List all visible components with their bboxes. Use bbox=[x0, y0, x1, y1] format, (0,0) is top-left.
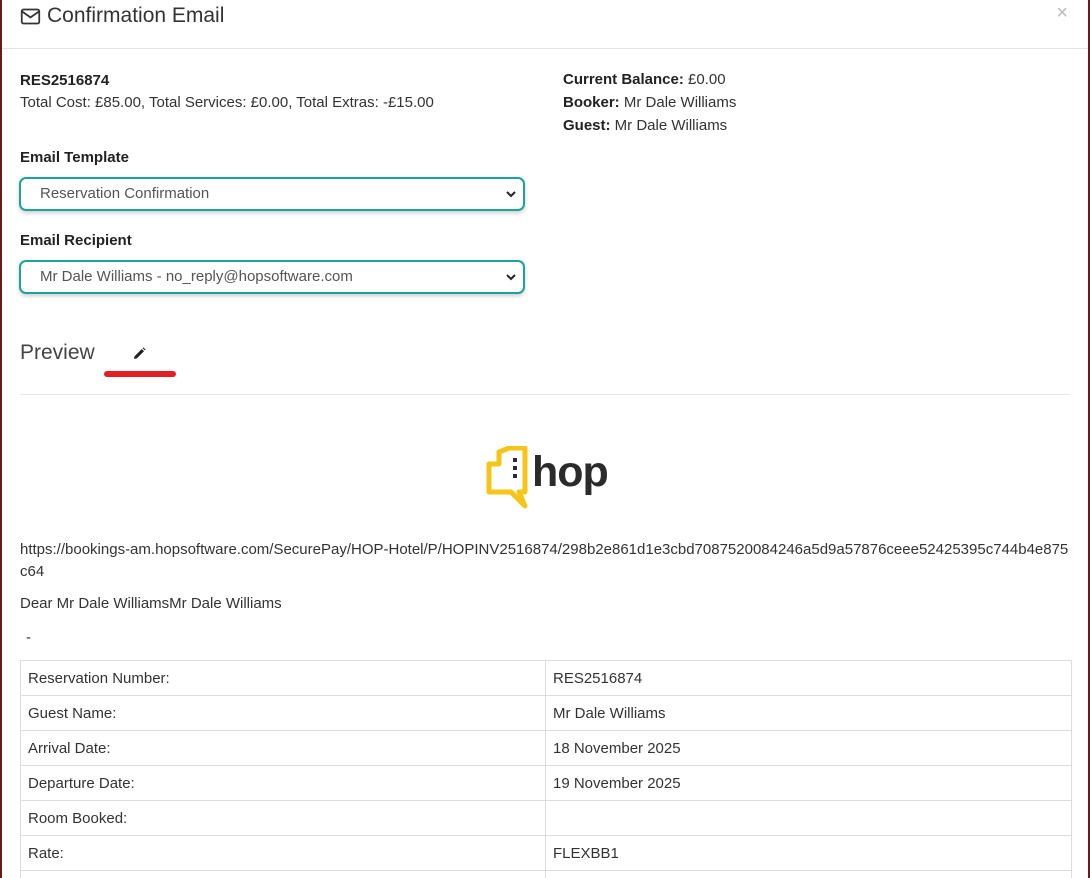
modal-title: Confirmation Email bbox=[20, 4, 224, 28]
guest-value: Mr Dale Williams bbox=[610, 117, 728, 134]
greeting-text: Dear Mr Dale WilliamsMr Dale Williams bbox=[20, 595, 282, 612]
table-row: Rate: FLEXBB1 bbox=[20, 835, 1072, 871]
highlight-underline bbox=[104, 371, 176, 377]
reservation-details-table: Reservation Number: RES2516874 Guest Name… bbox=[20, 660, 1072, 878]
envelope-icon bbox=[20, 8, 41, 24]
reservation-summary: RES2516874 Total Cost: £85.00, Total Ser… bbox=[20, 70, 434, 114]
row-value: Mr Dale Williams bbox=[545, 695, 1072, 731]
row-key: Departure Date: bbox=[20, 765, 546, 801]
booker: Booker: Mr Dale Williams bbox=[563, 91, 736, 114]
row-value: 18 November 2025 bbox=[545, 730, 1072, 766]
row-value: RES2516874 bbox=[545, 660, 1072, 696]
current-balance-value: £0.00 bbox=[683, 71, 726, 88]
email-recipient-label: Email Recipient bbox=[20, 232, 132, 249]
preview-title: Preview bbox=[20, 341, 95, 364]
row-key: Rate: bbox=[20, 835, 546, 871]
table-row: Room Booked: bbox=[20, 800, 1072, 836]
booker-value: Mr Dale Williams bbox=[619, 94, 737, 111]
reservation-id: RES2516874 bbox=[20, 72, 110, 89]
row-value: FLEXBB1 bbox=[545, 835, 1072, 871]
table-row bbox=[20, 870, 1072, 878]
booker-label: Booker: bbox=[563, 94, 620, 111]
row-value bbox=[545, 800, 1072, 836]
reservation-parties: Current Balance: £0.00 Booker: Mr Dale W… bbox=[563, 68, 736, 137]
email-template-select[interactable]: Reservation Confirmation bbox=[19, 177, 525, 211]
preview-divider bbox=[20, 394, 1070, 395]
pencil-icon[interactable] bbox=[132, 347, 146, 361]
hop-logo-text: hop bbox=[532, 448, 609, 496]
email-recipient-value: Mr Dale Williams - no_reply@hopsoftware.… bbox=[40, 268, 353, 285]
row-key bbox=[20, 870, 546, 878]
row-key: Guest Name: bbox=[20, 695, 546, 731]
row-value bbox=[545, 870, 1072, 878]
chevron-down-icon bbox=[506, 274, 516, 281]
table-row: Guest Name: Mr Dale Williams bbox=[20, 695, 1072, 731]
row-key: Reservation Number: bbox=[20, 660, 546, 696]
current-balance: Current Balance: £0.00 bbox=[563, 68, 736, 91]
modal-title-text: Confirmation Email bbox=[47, 4, 225, 27]
secure-pay-link[interactable]: https://bookings-am.hopsoftware.com/Secu… bbox=[20, 539, 1070, 583]
table-row: Arrival Date: 18 November 2025 bbox=[20, 730, 1072, 766]
close-button[interactable]: × bbox=[1056, 2, 1068, 25]
reservation-totals: Total Cost: £85.00, Total Services: £0.0… bbox=[20, 94, 434, 111]
email-template-label: Email Template bbox=[20, 149, 129, 166]
row-key: Arrival Date: bbox=[20, 730, 546, 766]
table-row: Reservation Number: RES2516874 bbox=[20, 660, 1072, 696]
confirmation-email-modal: Confirmation Email × RES2516874 Total Co… bbox=[2, 0, 1088, 878]
dash-text: - bbox=[26, 629, 31, 646]
chevron-down-icon bbox=[506, 191, 516, 198]
row-value: 19 November 2025 bbox=[545, 765, 1072, 801]
email-recipient-select[interactable]: Mr Dale Williams - no_reply@hopsoftware.… bbox=[19, 260, 525, 294]
email-template-value: Reservation Confirmation bbox=[40, 185, 210, 202]
guest-label: Guest: bbox=[563, 117, 611, 134]
modal-header: Confirmation Email × bbox=[2, 0, 1088, 49]
current-balance-label: Current Balance: bbox=[563, 71, 684, 88]
row-key: Room Booked: bbox=[20, 800, 546, 836]
table-row: Departure Date: 19 November 2025 bbox=[20, 765, 1072, 801]
guest: Guest: Mr Dale Williams bbox=[563, 114, 736, 137]
